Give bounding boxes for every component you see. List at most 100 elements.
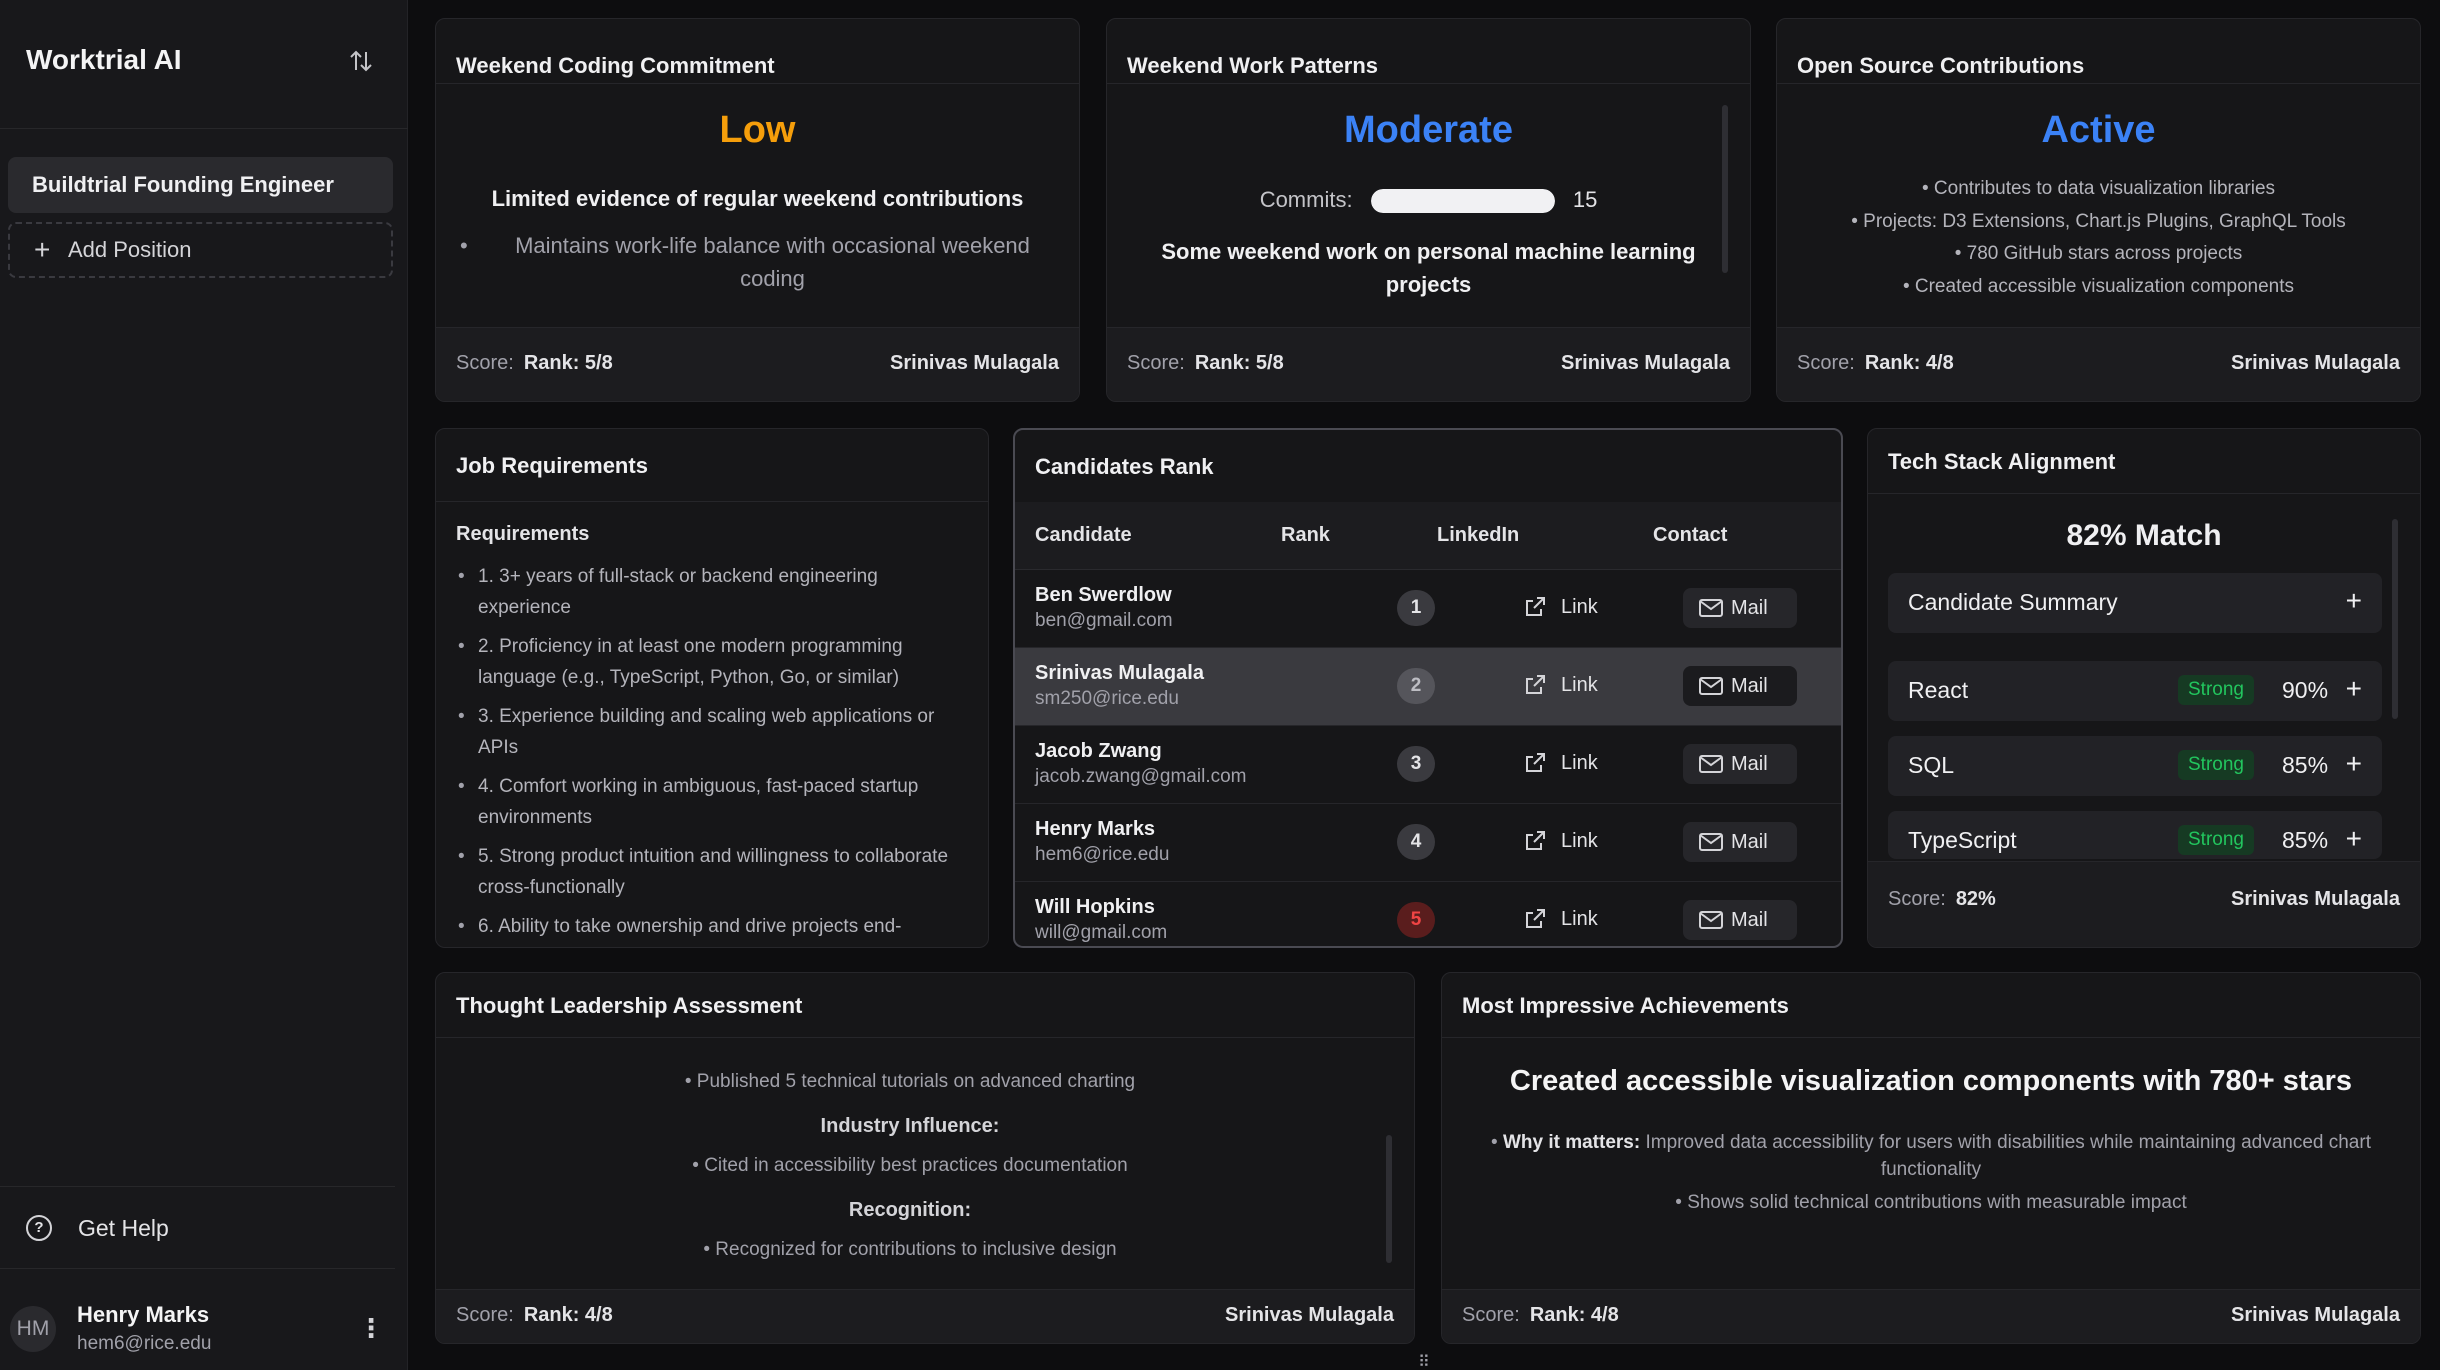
requirements-list: 1. 3+ years of full-stack or backend eng… bbox=[456, 561, 968, 947]
skill-row-typescript[interactable]: TypeScript Strong 85% + bbox=[1888, 811, 2382, 859]
card-divider bbox=[1777, 83, 2420, 84]
list-item: • Contributes to data visualization libr… bbox=[1921, 178, 2276, 199]
weekend-work-patterns-card: Weekend Work Patterns Moderate Commits: … bbox=[1106, 18, 1751, 402]
card-footer: Score: 82% Srinivas Mulagala bbox=[1868, 861, 2420, 947]
commitment-bullet-text: Maintains work-life balance with occasio… bbox=[515, 233, 1030, 291]
mail-button[interactable]: Mail bbox=[1683, 822, 1797, 862]
commits-value: 15 bbox=[1572, 187, 1598, 212]
table-row[interactable]: Srinivas Mulagala sm250@rice.edu 2 Link … bbox=[1015, 648, 1841, 726]
rank-value: Rank: 5/8 bbox=[1194, 352, 1284, 374]
skill-percent: 90% bbox=[2282, 677, 2329, 703]
sort-toggle-icon[interactable] bbox=[346, 46, 376, 76]
strength-badge: Strong bbox=[2178, 750, 2254, 780]
table-row[interactable]: Ben Swerdlow ben@gmail.com 1 Link Mail bbox=[1015, 570, 1841, 648]
external-link-icon bbox=[1526, 597, 1545, 616]
candidate-email: ben@gmail.com bbox=[1035, 610, 1173, 631]
mail-icon bbox=[1699, 911, 1723, 929]
linkedin-link[interactable]: Link bbox=[1523, 904, 1598, 934]
requirements-label: Requirements bbox=[456, 523, 590, 545]
mail-button[interactable]: Mail bbox=[1683, 588, 1797, 628]
score-label: Score: Rank: 4/8 bbox=[456, 1304, 613, 1326]
candidate-name: Srinivas Mulagala bbox=[1561, 352, 1730, 374]
sidebar-divider bbox=[0, 1186, 395, 1187]
card-title: Candidates Rank bbox=[1035, 454, 1214, 479]
score-label: Score: Rank: 4/8 bbox=[1462, 1304, 1619, 1326]
add-position-label: Add Position bbox=[68, 237, 192, 262]
why-it-matters: • Why it matters: Improved data accessib… bbox=[1491, 1132, 2371, 1180]
pattern-level: Moderate bbox=[1344, 109, 1513, 151]
list-item: 2. Proficiency in at least one modern pr… bbox=[456, 631, 968, 693]
mail-button[interactable]: Mail bbox=[1683, 666, 1797, 706]
commits-progress-fill bbox=[1370, 189, 1555, 214]
link-label: Link bbox=[1561, 674, 1598, 696]
mail-icon bbox=[1699, 677, 1723, 695]
thought-leadership-card: Thought Leadership Assessment • Publishe… bbox=[435, 972, 1415, 1344]
bullet-dot: • bbox=[460, 233, 468, 258]
strength-badge: Strong bbox=[2178, 675, 2254, 705]
skill-row-react[interactable]: React Strong 90% + bbox=[1888, 661, 2382, 721]
open-source-level: Active bbox=[2041, 109, 2156, 151]
table-row[interactable]: Jacob Zwang jacob.zwang@gmail.com 3 Link… bbox=[1015, 726, 1841, 804]
card-footer: Score: Rank: 4/8 Srinivas Mulagala bbox=[1777, 327, 2420, 401]
add-position-button[interactable]: + Add Position bbox=[8, 222, 393, 278]
commitment-summary: Limited evidence of regular weekend cont… bbox=[491, 186, 1024, 211]
candidate-name: Ben Swerdlow bbox=[1035, 584, 1172, 606]
candidate-summary-toggle[interactable]: Candidate Summary + bbox=[1888, 573, 2382, 633]
job-requirements-card: Job Requirements Requirements 1. 3+ year… bbox=[435, 428, 989, 948]
card-footer: Score: Rank: 4/8 Srinivas Mulagala bbox=[436, 1289, 1414, 1343]
link-label: Link bbox=[1561, 596, 1598, 618]
linkedin-link[interactable]: Link bbox=[1523, 748, 1598, 778]
rank-badge: 5 bbox=[1397, 902, 1435, 938]
skill-name: SQL bbox=[1908, 752, 1955, 778]
score-label: Score: Rank: 5/8 bbox=[1127, 352, 1284, 374]
mail-button[interactable]: Mail bbox=[1683, 900, 1797, 940]
linkedin-link[interactable]: Link bbox=[1523, 592, 1598, 622]
commits-row: Commits: 15 bbox=[1107, 187, 1750, 214]
external-link-icon bbox=[1526, 831, 1545, 850]
get-help-button[interactable]: ? Get Help bbox=[26, 1213, 169, 1243]
commits-progress-bar bbox=[1370, 189, 1555, 214]
mail-icon bbox=[1699, 833, 1723, 851]
list-item: 3. Experience building and scaling web a… bbox=[456, 701, 968, 763]
column-header: Candidate bbox=[1035, 524, 1132, 546]
plus-icon: + bbox=[2345, 748, 2362, 779]
scrollbar[interactable] bbox=[1386, 1135, 1392, 1263]
commitment-level: Low bbox=[719, 109, 796, 151]
strength-badge: Strong bbox=[2178, 825, 2254, 855]
commits-label: Commits: bbox=[1259, 187, 1353, 212]
more-vertical-icon[interactable]: ⋮ bbox=[358, 1313, 384, 1344]
mail-button[interactable]: Mail bbox=[1683, 744, 1797, 784]
rank-badge: 3 bbox=[1397, 746, 1435, 782]
rank-value: Rank: 5/8 bbox=[523, 352, 613, 374]
table-row[interactable]: Henry Marks hem6@rice.edu 4 Link Mail bbox=[1015, 804, 1841, 882]
score-label: Score: Rank: 4/8 bbox=[1797, 352, 1954, 374]
external-link-icon bbox=[1526, 753, 1545, 772]
table-header: Candidate Rank LinkedIn Contact bbox=[1015, 502, 1841, 570]
card-title: Open Source Contributions bbox=[1797, 53, 2085, 78]
scrollbar[interactable] bbox=[1722, 105, 1728, 273]
achievement-details: • Why it matters: Improved data accessib… bbox=[1468, 1129, 2394, 1216]
industry-influence-label: Industry Influence: bbox=[820, 1115, 1000, 1137]
resize-handle-icon[interactable]: ⠿ bbox=[1418, 1352, 1431, 1370]
avatar[interactable]: HM bbox=[10, 1306, 56, 1352]
list-item: 5. Strong product intuition and willingn… bbox=[456, 841, 968, 903]
linkedin-link[interactable]: Link bbox=[1523, 826, 1598, 856]
get-help-label: Get Help bbox=[78, 1215, 169, 1241]
card-divider bbox=[1442, 1037, 2420, 1038]
plus-icon: + bbox=[2345, 673, 2362, 704]
skill-row-sql[interactable]: SQL Strong 85% + bbox=[1888, 736, 2382, 796]
position-item-buildtrial[interactable]: Buildtrial Founding Engineer bbox=[8, 157, 393, 213]
table-row[interactable]: Will Hopkins will@gmail.com 5 Link Mail bbox=[1015, 882, 1841, 946]
card-title: Job Requirements bbox=[456, 453, 648, 478]
tutorials-item: • Published 5 technical tutorials on adv… bbox=[684, 1071, 1136, 1092]
rank-badge: 1 bbox=[1397, 590, 1435, 626]
skill-name: TypeScript bbox=[1908, 827, 2017, 853]
scrollbar[interactable] bbox=[2392, 519, 2398, 719]
candidate-name: Srinivas Mulagala bbox=[1035, 662, 1204, 684]
linkedin-link[interactable]: Link bbox=[1523, 670, 1598, 700]
score-label: Score: 82% bbox=[1888, 888, 1996, 910]
why-label: Why it matters: bbox=[1502, 1132, 1641, 1153]
candidate-name: Srinivas Mulagala bbox=[2231, 1304, 2400, 1326]
column-header: LinkedIn bbox=[1437, 524, 1520, 546]
mail-label: Mail bbox=[1731, 675, 1768, 697]
